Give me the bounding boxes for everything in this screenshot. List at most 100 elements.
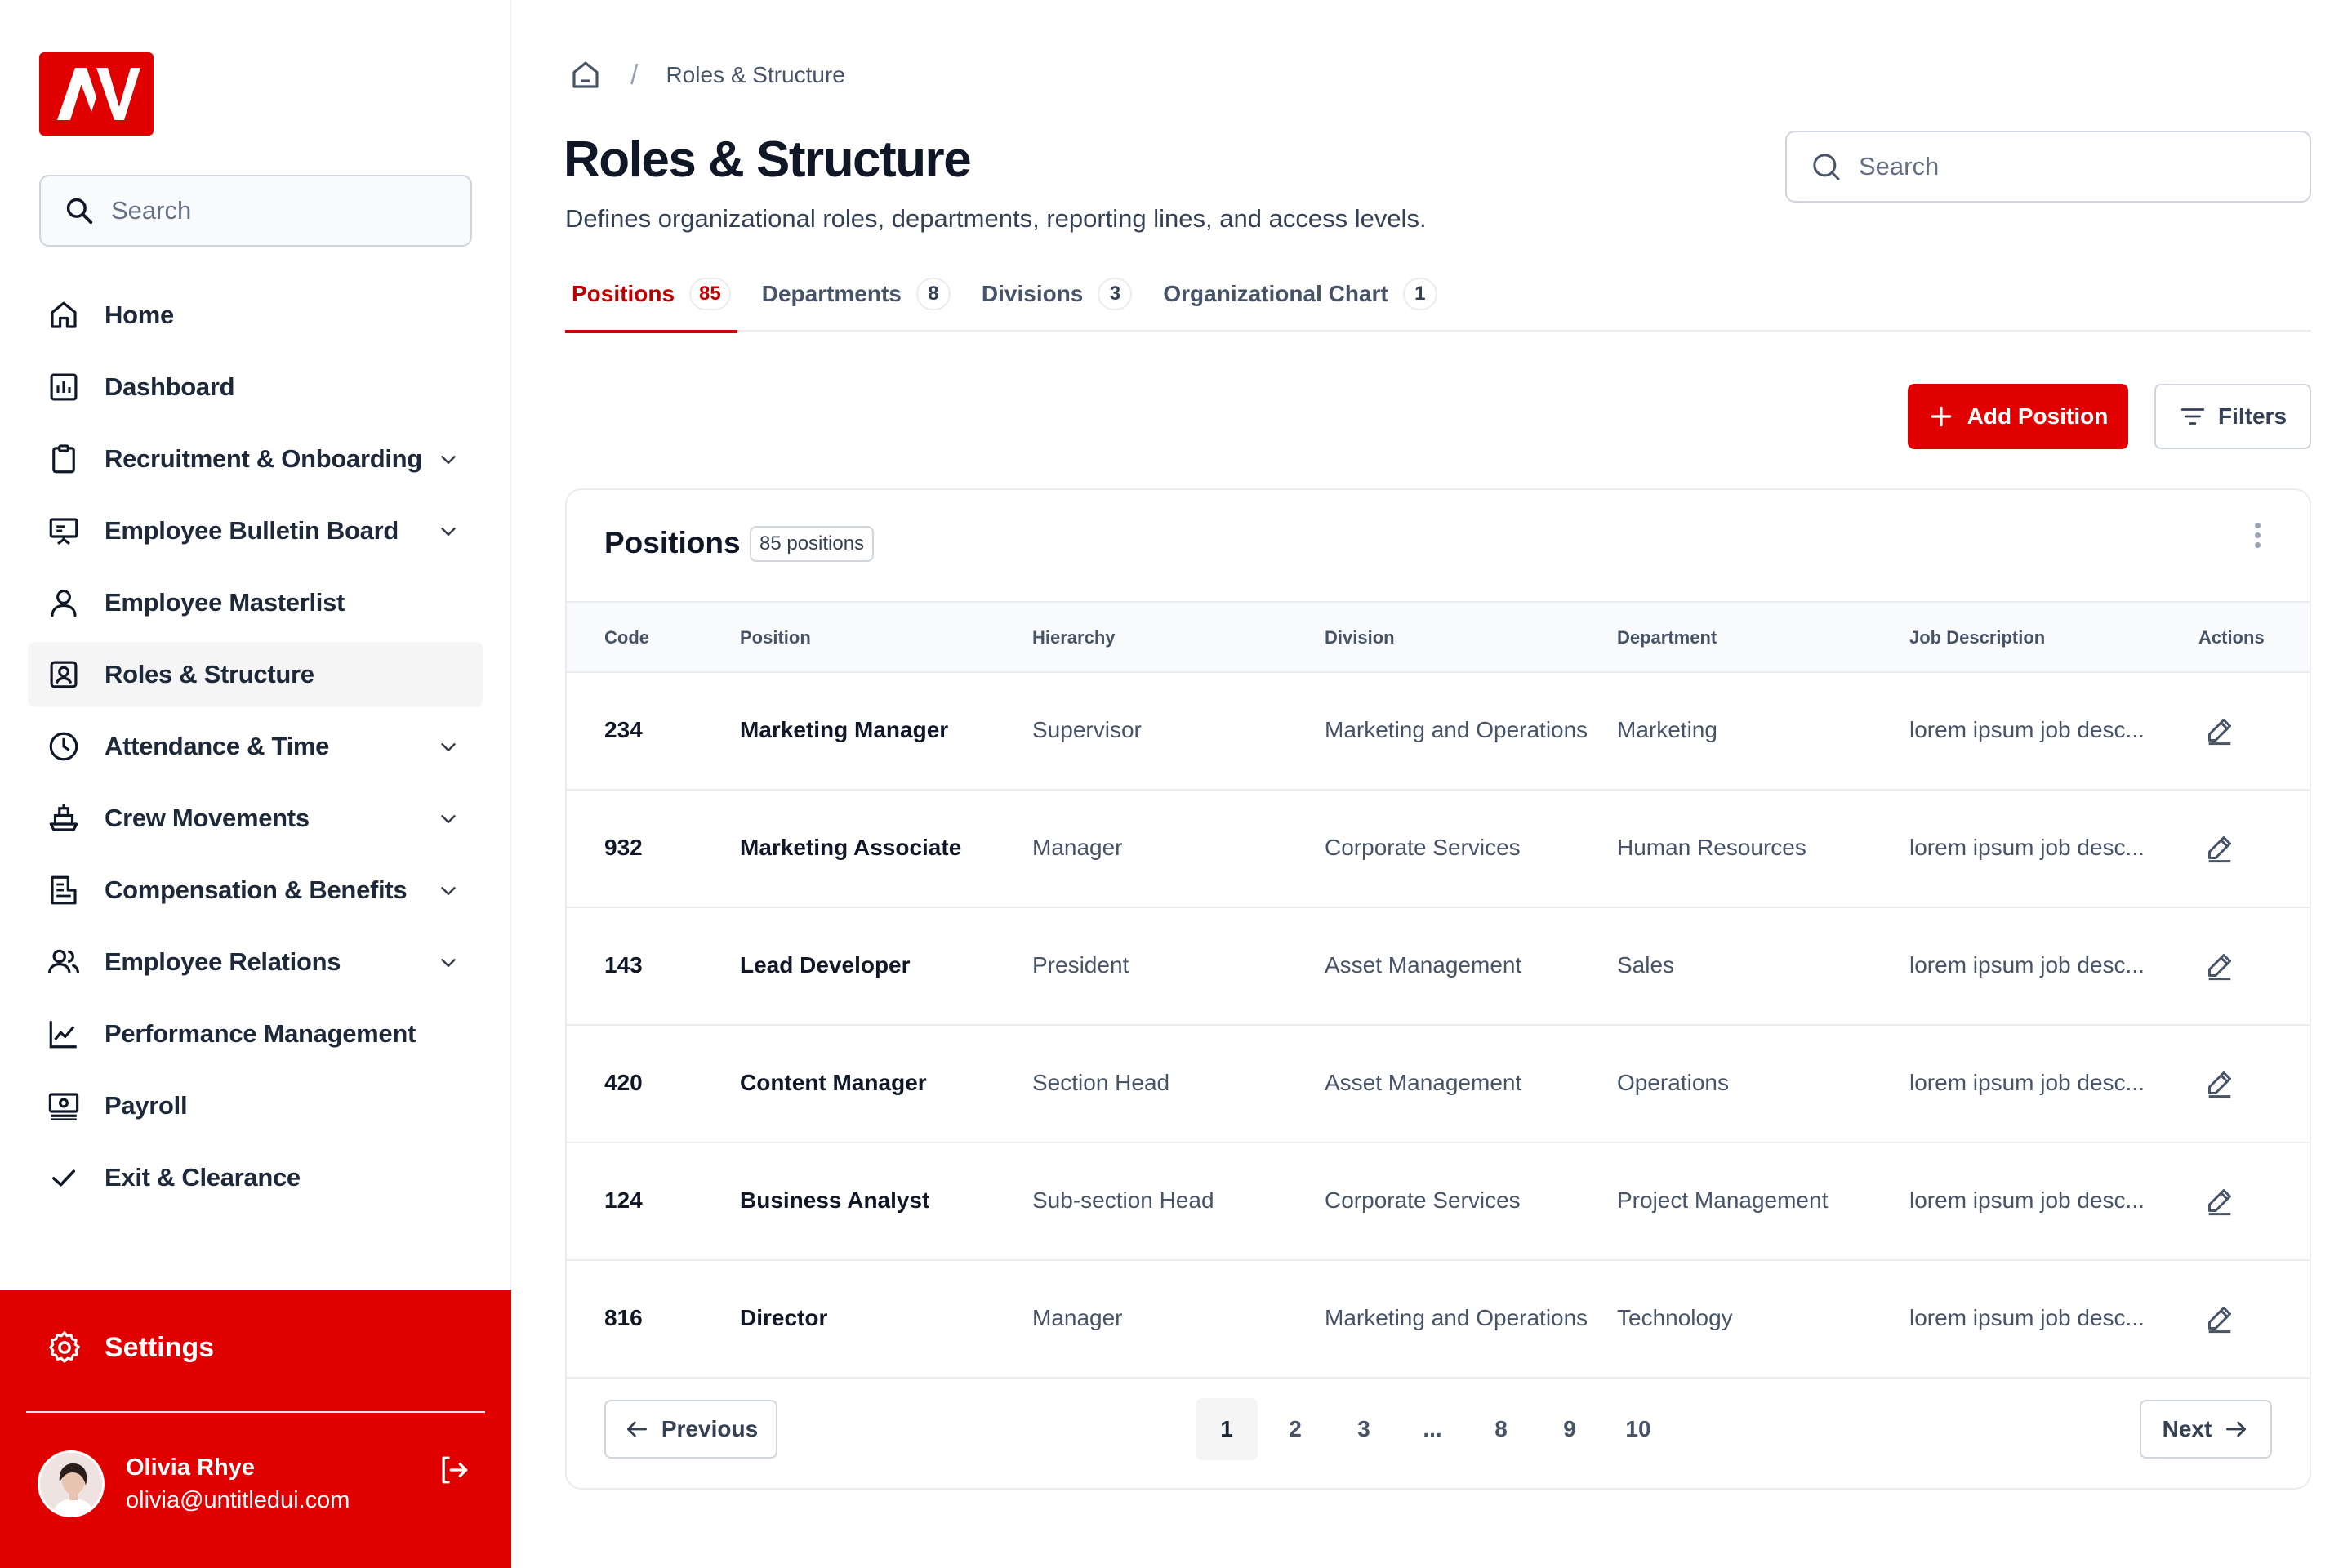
home-icon[interactable]: [568, 58, 603, 92]
filters-button[interactable]: Filters: [2154, 384, 2311, 449]
table-row[interactable]: 816 Director Manager Marketing and Opera…: [567, 1261, 2310, 1379]
cell-job-description: lorem ipsum job desc...: [1909, 717, 2145, 742]
column-header[interactable]: Job Description: [1909, 627, 2045, 648]
tab-positions[interactable]: Positions 85: [565, 273, 737, 333]
chevron-down-icon[interactable]: [436, 951, 461, 975]
sidebar-item-roles[interactable]: Roles & Structure: [28, 642, 483, 707]
chevron-down-icon[interactable]: [436, 448, 461, 472]
sidebar-item-compensation[interactable]: Compensation & Benefits: [28, 858, 483, 923]
clipboard-icon: [52, 444, 75, 474]
sidebar-item-home[interactable]: Home: [28, 283, 483, 348]
column-header[interactable]: Code: [604, 627, 649, 648]
filter-lines-icon: [2180, 408, 2205, 425]
page-button[interactable]: 3: [1333, 1398, 1395, 1460]
user-profile[interactable]: Olivia Rhye olivia@untitledui.com: [38, 1450, 350, 1517]
sidebar-item-payroll[interactable]: Payroll: [28, 1073, 483, 1138]
edit-icon[interactable]: [2203, 1184, 2236, 1217]
page-button[interactable]: 9: [1539, 1398, 1601, 1460]
cell-job-description: lorem ipsum job desc...: [1909, 835, 2145, 860]
edit-icon[interactable]: [2203, 949, 2236, 982]
tab-label: Organizational Chart: [1163, 281, 1388, 306]
sidebar-nav: Home Dashboard Recruitment & Onboarding …: [28, 283, 483, 1217]
table-row[interactable]: 143 Lead Developer President Asset Manag…: [567, 908, 2310, 1026]
edit-icon[interactable]: [2203, 831, 2236, 864]
user-name: Olivia Rhye: [126, 1454, 255, 1481]
user-square-icon: [50, 661, 78, 688]
sidebar-item-recruitment[interactable]: Recruitment & Onboarding: [28, 426, 483, 492]
sidebar-item-masterlist[interactable]: Employee Masterlist: [28, 570, 483, 635]
cell-code: 143: [604, 952, 643, 978]
tab-departments[interactable]: Departments 8: [755, 273, 957, 332]
logo[interactable]: [39, 52, 154, 136]
table-head: Code Position Hierarchy Division Departm…: [567, 601, 2310, 673]
table-row[interactable]: 124 Business Analyst Sub-section Head Co…: [567, 1143, 2310, 1261]
logout-icon[interactable]: [436, 1452, 472, 1488]
cell-position: Content Manager: [740, 1070, 927, 1095]
sidebar-item-label: Compensation & Benefits: [105, 875, 408, 904]
user-email: olivia@untitledui.com: [126, 1487, 350, 1513]
table-row[interactable]: 420 Content Manager Section Head Asset M…: [567, 1026, 2310, 1143]
tab-label: Departments: [761, 281, 902, 306]
cell-hierarchy: Sub-section Head: [1032, 1187, 1214, 1213]
sidebar-item-relations[interactable]: Employee Relations: [28, 929, 483, 995]
cell-division: Asset Management: [1325, 952, 1522, 978]
column-header[interactable]: Position: [740, 627, 811, 648]
previous-button[interactable]: Previous: [604, 1400, 777, 1459]
edit-icon[interactable]: [2203, 1067, 2236, 1099]
page-ellipsis: ...: [1423, 1416, 1442, 1441]
previous-label: Previous: [661, 1416, 759, 1441]
search-icon: [66, 198, 93, 225]
cell-job-description: lorem ipsum job desc...: [1909, 1305, 2145, 1330]
cell-department: Operations: [1617, 1070, 1729, 1095]
sidebar-item-attendance[interactable]: Attendance & Time: [28, 714, 483, 779]
table-header: Positions 85 positions: [567, 490, 2310, 601]
edit-icon[interactable]: [2203, 714, 2236, 746]
sidebar-item-label: Employee Masterlist: [105, 588, 345, 617]
add-position-button[interactable]: Add Position: [1908, 384, 2128, 449]
breadcrumb-current[interactable]: Roles & Structure: [666, 62, 844, 88]
column-header[interactable]: Division: [1325, 627, 1395, 648]
cell-department: Sales: [1617, 952, 1675, 978]
cell-department: Human Resources: [1617, 835, 1806, 860]
chevron-down-icon[interactable]: [436, 879, 461, 903]
cell-job-description: lorem ipsum job desc...: [1909, 1187, 2145, 1213]
sidebar-item-exit[interactable]: Exit & Clearance: [28, 1145, 483, 1210]
sidebar-item-label: Dashboard: [105, 372, 235, 401]
sidebar-item-performance[interactable]: Performance Management: [28, 1001, 483, 1067]
receipt-icon: [51, 875, 77, 905]
page-button[interactable]: 10: [1607, 1398, 1669, 1460]
column-header[interactable]: Department: [1617, 627, 1717, 648]
tab-organizational-chart[interactable]: Organizational Chart 1: [1156, 273, 1443, 332]
page-button[interactable]: 1: [1196, 1398, 1258, 1460]
tab-label: Divisions: [981, 281, 1084, 306]
sidebar-item-label: Crew Movements: [105, 804, 310, 832]
cell-division: Corporate Services: [1325, 835, 1521, 860]
table-row[interactable]: 234 Marketing Manager Supervisor Marketi…: [567, 673, 2310, 791]
edit-icon[interactable]: [2203, 1302, 2236, 1334]
column-header[interactable]: Hierarchy: [1032, 627, 1116, 648]
ship-icon: [49, 804, 78, 831]
main-search[interactable]: [1785, 131, 2311, 203]
table-row[interactable]: 932 Marketing Associate Manager Corporat…: [567, 791, 2310, 908]
sidebar-search-input[interactable]: [111, 196, 438, 225]
tab-count-badge: 85: [689, 278, 731, 310]
chevron-down-icon[interactable]: [436, 735, 461, 760]
cell-code: 234: [604, 717, 643, 742]
main-search-input[interactable]: [1859, 152, 2300, 181]
sidebar-item-crew[interactable]: Crew Movements: [28, 786, 483, 851]
page-button[interactable]: 2: [1264, 1398, 1326, 1460]
cell-department: Marketing: [1617, 717, 1717, 742]
next-button[interactable]: Next: [2140, 1400, 2272, 1459]
chevron-down-icon[interactable]: [436, 519, 461, 544]
cell-code: 932: [604, 835, 643, 860]
page-button[interactable]: 8: [1470, 1398, 1532, 1460]
search-icon: [1813, 154, 1840, 180]
sidebar-item-bulletin[interactable]: Employee Bulletin Board: [28, 498, 483, 564]
sidebar-search[interactable]: [39, 175, 472, 247]
sidebar-item-dashboard[interactable]: Dashboard: [28, 354, 483, 420]
sidebar-item-label: Payroll: [105, 1091, 188, 1120]
settings-button[interactable]: Settings: [46, 1323, 214, 1372]
chevron-down-icon[interactable]: [436, 807, 461, 831]
tab-divisions[interactable]: Divisions 3: [975, 273, 1138, 332]
more-vertical-icon[interactable]: [2251, 523, 2264, 555]
